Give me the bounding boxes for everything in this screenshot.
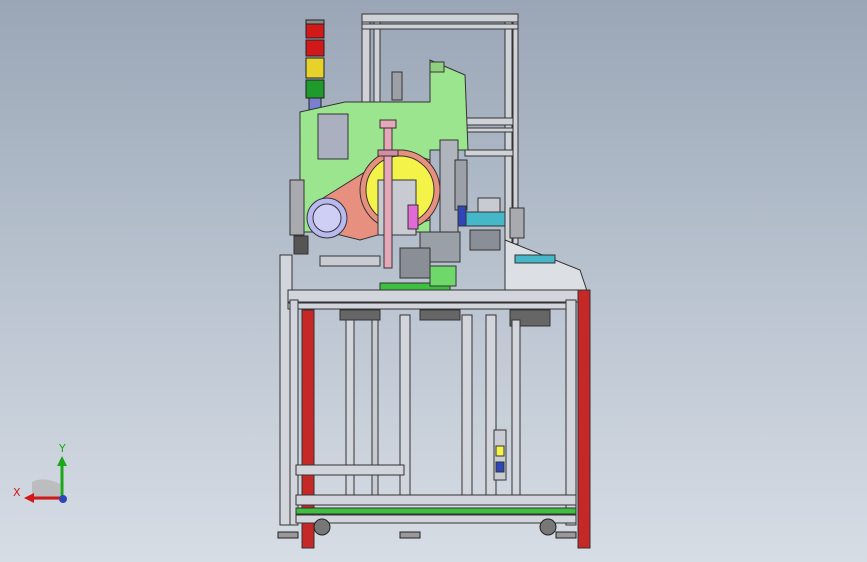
orientation-triad: Y X	[13, 442, 67, 503]
x-axis-arrow	[24, 493, 34, 503]
y-axis-label: Y	[58, 442, 66, 455]
cover-blue-strip	[514, 254, 556, 264]
cross-members	[295, 464, 577, 524]
cad-viewport[interactable]: Y X	[0, 0, 867, 562]
z-axis-dot	[59, 495, 67, 503]
table-top	[279, 254, 589, 526]
y-axis-arrow	[57, 456, 67, 466]
x-axis-label: X	[13, 486, 21, 499]
machine-assembly-model	[277, 13, 591, 549]
side-device	[493, 429, 507, 481]
